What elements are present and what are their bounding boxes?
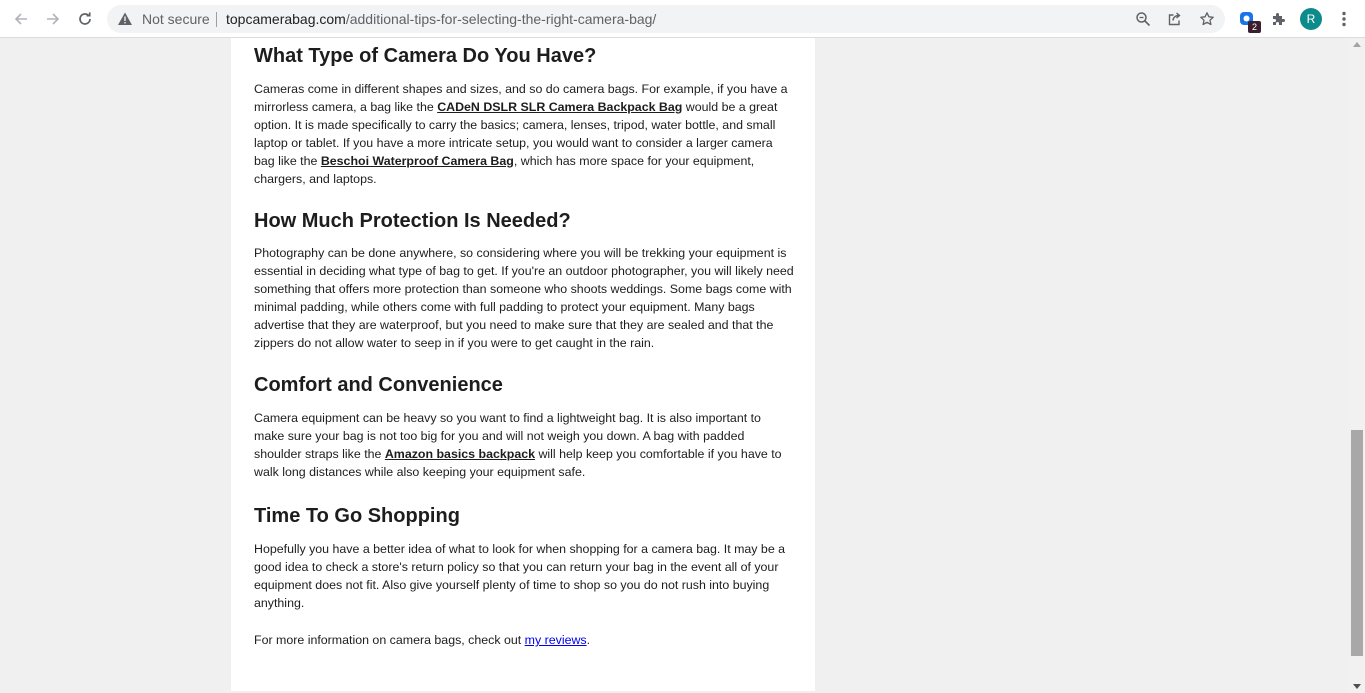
page-scrollbar[interactable] (1349, 38, 1365, 693)
scrollbar-thumb[interactable] (1351, 430, 1363, 656)
paragraph-text: . (586, 633, 591, 647)
product-link-amazon-backpack[interactable]: Amazon basics backpack (385, 447, 535, 461)
share-icon[interactable] (1166, 10, 1184, 28)
section-heading-camera-type: What Type of Camera Do You Have? (254, 45, 597, 67)
warning-icon[interactable] (117, 11, 133, 32)
product-link-beschoi-bag[interactable]: Beschoi Waterproof Camera Bag (321, 154, 514, 168)
scroll-down-arrow-icon[interactable] (1353, 684, 1361, 689)
reload-button[interactable] (72, 6, 98, 32)
security-label[interactable]: Not secure (142, 11, 210, 27)
section-heading-comfort: Comfort and Convenience (254, 374, 503, 396)
paragraph-text: For more information on camera bags, che… (254, 633, 525, 647)
kebab-menu-icon[interactable] (1334, 9, 1354, 29)
star-icon[interactable] (1198, 10, 1216, 28)
url-host: topcamerabag.com (226, 11, 346, 27)
my-reviews-link[interactable]: my reviews (525, 633, 587, 647)
section-heading-protection: How Much Protection Is Needed? (254, 210, 571, 232)
reload-icon (79, 12, 91, 25)
address-bar[interactable]: Not secure topcamerabag.com/additional-t… (107, 5, 1225, 33)
omnibox-divider (216, 12, 217, 27)
scroll-up-arrow-icon[interactable] (1353, 42, 1361, 47)
url-path: /additional-tips-for-selecting-the-right… (345, 11, 657, 27)
section-paragraph-shopping: Hopefully you have a better idea of what… (254, 542, 786, 610)
zoom-icon[interactable] (1134, 10, 1152, 28)
forward-button[interactable] (40, 6, 66, 32)
product-link-caden-backpack[interactable]: CADeN DSLR SLR Camera Backpack Bag (437, 100, 682, 114)
back-arrow-icon (14, 13, 27, 25)
section-paragraph-protection: Photography can be done anywhere, so con… (254, 246, 794, 350)
article-content: What Type of Camera Do You Have? Cameras… (231, 38, 815, 691)
extension-badge: 2 (1248, 21, 1261, 33)
browser-toolbar: Not secure topcamerabag.com/additional-t… (0, 0, 1365, 38)
forward-arrow-icon (47, 13, 60, 25)
closing-paragraph: For more information on camera bags, che… (254, 631, 794, 649)
puzzle-icon[interactable] (1269, 9, 1289, 29)
section-paragraph-camera-type: Cameras come in different shapes and siz… (254, 80, 794, 188)
back-button[interactable] (8, 6, 34, 32)
url-text[interactable]: topcamerabag.com/additional-tips-for-sel… (226, 11, 656, 27)
profile-avatar[interactable]: R (1300, 8, 1322, 30)
section-heading-shopping: Time To Go Shopping (254, 505, 460, 527)
section-paragraph-comfort: Camera equipment can be heavy so you wan… (254, 409, 794, 481)
